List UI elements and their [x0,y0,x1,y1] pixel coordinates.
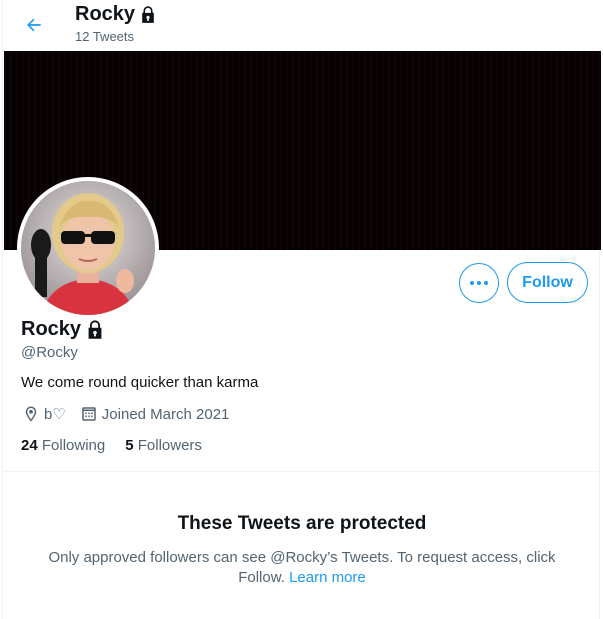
followers-link[interactable]: 5 Followers [125,437,202,454]
lock-icon [142,5,154,23]
location-text: b♡ [44,406,66,423]
protected-title: These Tweets are protected [177,513,427,534]
back-arrow-icon [26,18,41,32]
tweet-count: 12 Tweets [75,29,135,44]
back-button[interactable] [17,8,51,42]
joined-text: Joined March 2021 [101,405,230,423]
header-name: Rocky [75,3,136,25]
location-item: b♡ [22,405,66,423]
follow-button[interactable]: Follow [507,262,588,303]
profile-name: Rocky [21,318,82,340]
follow-stats: 24 Following 5 Followers [21,437,222,454]
location-pin-icon [25,406,37,422]
header-title: Rocky [75,3,158,26]
profile-column: Rocky 12 Tweets Follow Rocky @Rocky We c… [2,0,601,619]
following-label: Following [41,437,106,454]
lock-icon [88,319,102,339]
joined-item: Joined March 2021 [80,405,230,423]
following-link[interactable]: 24 Following [21,437,105,454]
profile-bio: We come round quicker than karma [21,374,259,391]
learn-more-link[interactable]: Learn more [289,569,366,586]
profile-handle: @Rocky [21,344,78,361]
avatar[interactable] [17,177,159,319]
followers-count: 5 [125,437,134,454]
avatar-photo [21,181,155,315]
profile-name-row: Rocky [21,318,106,341]
more-dots-icon [470,281,488,285]
more-options-button[interactable] [459,263,499,303]
calendar-icon [82,407,96,421]
followers-label: Followers [137,437,202,454]
section-divider [3,471,601,472]
top-bar: Rocky 12 Tweets [3,0,601,50]
protected-message: Only approved followers can see @Rocky’s… [33,548,571,588]
following-count: 24 [21,437,38,454]
profile-meta: b♡ Joined March 2021 [22,405,243,423]
